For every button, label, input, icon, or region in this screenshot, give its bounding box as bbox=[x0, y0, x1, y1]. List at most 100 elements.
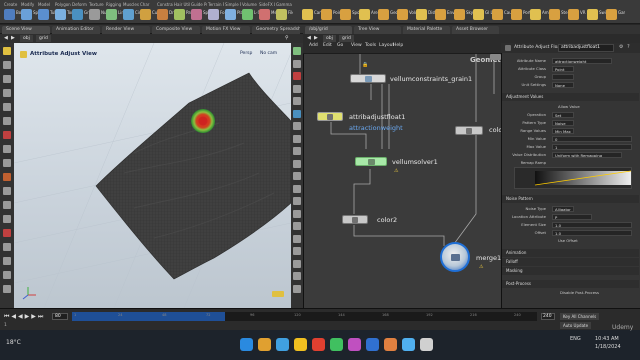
viewport-tab-5[interactable]: Geometry Spreadsheet bbox=[252, 26, 300, 34]
net-path-obj[interactable]: obj bbox=[323, 35, 336, 42]
adjust-field-0[interactable]: Set bbox=[552, 111, 574, 118]
viewport-3d[interactable]: Attribute Adjust View Persp No cam bbox=[14, 43, 291, 308]
shelf-tab-13[interactable]: Simple FX bbox=[225, 1, 241, 8]
display-option-19-icon[interactable] bbox=[293, 284, 301, 293]
clock-date[interactable]: 1/18/2024 bbox=[595, 344, 621, 350]
network-menu-help[interactable]: Help bbox=[393, 43, 403, 48]
display-option-10-icon[interactable] bbox=[293, 172, 301, 180]
key-all-channels-button[interactable]: Key All Channels bbox=[560, 313, 600, 320]
end-frame-field[interactable]: 240 bbox=[541, 313, 555, 320]
light-tool-6-icon[interactable] bbox=[416, 9, 427, 20]
node-merge1[interactable] bbox=[440, 242, 470, 272]
geometry-canvas[interactable] bbox=[14, 43, 291, 308]
path-obj[interactable]: obj bbox=[20, 35, 33, 42]
noise-field-2[interactable]: 1.0 bbox=[552, 221, 632, 228]
noise-field-0[interactable]: Alligator bbox=[552, 205, 574, 212]
gear-icon[interactable]: ⚙ bbox=[619, 44, 623, 50]
left-tool-9-icon[interactable] bbox=[3, 173, 11, 181]
display-flag-icon[interactable] bbox=[272, 291, 284, 297]
shelf-tool-12-icon[interactable] bbox=[208, 9, 219, 20]
left-tool-2-icon[interactable] bbox=[3, 75, 11, 83]
section-noise[interactable]: Noise Pattern bbox=[502, 195, 639, 203]
shelf-tab-1[interactable]: Modify bbox=[21, 1, 37, 8]
node-attribadjustfloat1[interactable] bbox=[317, 112, 343, 121]
left-tool-11-icon[interactable] bbox=[3, 201, 11, 209]
left-tool-4-icon[interactable] bbox=[3, 103, 11, 111]
section-adjustment[interactable]: Adjustment Values bbox=[502, 93, 639, 101]
shelf-tool-7-icon[interactable] bbox=[123, 9, 134, 20]
display-option-14-icon[interactable] bbox=[293, 222, 301, 230]
shelf-tool-0-icon[interactable] bbox=[4, 9, 15, 20]
clock-time[interactable]: 10:43 AM bbox=[595, 336, 619, 342]
net-forward-icon[interactable]: ▶ bbox=[314, 35, 318, 41]
light-tool-0-icon[interactable] bbox=[302, 9, 313, 20]
network-tab-1[interactable]: Tree View bbox=[354, 26, 401, 34]
light-tool-5-icon[interactable] bbox=[397, 9, 408, 20]
shelf-tool-13-icon[interactable] bbox=[225, 9, 236, 20]
display-option-16-icon[interactable] bbox=[293, 247, 301, 255]
persp-menu[interactable]: Persp bbox=[240, 51, 252, 56]
adjust-field-1[interactable]: Noise bbox=[552, 119, 574, 126]
section-masking[interactable]: Masking bbox=[502, 267, 639, 275]
check-allow-value[interactable]: Allow Value bbox=[558, 103, 580, 110]
frame-field[interactable]: 80 bbox=[52, 313, 68, 320]
light-tool-12-icon[interactable] bbox=[530, 9, 541, 20]
shelf-tool-15-icon[interactable] bbox=[259, 9, 270, 20]
shelf-tab-5[interactable]: Texture bbox=[89, 1, 105, 8]
display-option-5-icon[interactable] bbox=[293, 109, 301, 118]
remap-ramp[interactable] bbox=[514, 167, 632, 189]
back-icon[interactable]: ◀ bbox=[4, 35, 8, 41]
start-frame-field[interactable]: 1 bbox=[4, 323, 7, 328]
light-tool-15-icon[interactable] bbox=[587, 9, 598, 20]
taskbar-app-4-icon[interactable] bbox=[312, 338, 325, 351]
forward-icon[interactable]: ▶ bbox=[11, 35, 15, 41]
help-icon[interactable]: ? bbox=[627, 44, 630, 50]
light-tool-9-icon[interactable] bbox=[473, 9, 484, 20]
light-tool-14-icon[interactable] bbox=[568, 9, 579, 20]
param-field-3[interactable]: None bbox=[552, 81, 574, 88]
param-field-2[interactable] bbox=[552, 73, 574, 80]
node-vellumconstraints-grain1[interactable] bbox=[350, 74, 386, 83]
timeline-track[interactable]: 1 24 48 72 96 120 144 168 192 216 240 bbox=[72, 312, 537, 321]
light-tool-13-icon[interactable] bbox=[549, 9, 560, 20]
shelf-tool-16-icon[interactable] bbox=[276, 9, 287, 20]
camera-menu[interactable]: No cam bbox=[260, 51, 277, 56]
light-tool-1-icon[interactable] bbox=[321, 9, 332, 20]
light-tool-3-icon[interactable] bbox=[359, 9, 370, 20]
left-tool-7-icon[interactable] bbox=[3, 145, 11, 153]
taskbar-app-10-icon[interactable] bbox=[420, 338, 433, 351]
shelf-tab-15[interactable]: SideFX Labs bbox=[259, 1, 275, 8]
light-tool-11-icon[interactable] bbox=[511, 9, 522, 20]
display-option-7-icon[interactable] bbox=[293, 134, 301, 143]
left-tool-0-icon[interactable] bbox=[3, 47, 11, 55]
viewport-tab-0[interactable]: Scene View bbox=[2, 26, 50, 34]
network-tab-0[interactable]: /obj/grid bbox=[305, 26, 352, 34]
section-animation[interactable]: Animation bbox=[502, 249, 639, 257]
display-option-0-icon[interactable] bbox=[293, 47, 301, 55]
shelf-tab-6[interactable]: Rigging bbox=[106, 1, 122, 8]
section-postprocess[interactable]: Post-Process bbox=[502, 280, 639, 288]
left-tool-16-icon[interactable] bbox=[3, 271, 11, 279]
network-menu-view[interactable]: View bbox=[351, 43, 362, 48]
shelf-tab-12[interactable]: Terrain FX bbox=[208, 1, 224, 8]
left-tool-13-icon[interactable] bbox=[3, 229, 11, 237]
shelf-tool-6-icon[interactable] bbox=[106, 9, 117, 20]
shelf-tab-9[interactable]: Constraints bbox=[157, 1, 173, 8]
shelf-tab-8[interactable]: Char bbox=[140, 1, 156, 8]
light-tool-7-icon[interactable] bbox=[435, 9, 446, 20]
taskbar-app-9-icon[interactable] bbox=[402, 338, 415, 351]
display-option-18-icon[interactable] bbox=[293, 272, 301, 280]
network-tab-2[interactable]: Material Palette bbox=[403, 26, 450, 34]
display-option-6-icon[interactable] bbox=[293, 122, 301, 130]
playback-controls[interactable]: ⏮◀◀▶▶⏭ bbox=[4, 313, 45, 321]
left-tool-3-icon[interactable] bbox=[3, 89, 11, 97]
viewport-tab-1[interactable]: Animation Editor bbox=[52, 26, 100, 34]
shelf-tool-1-icon[interactable] bbox=[21, 9, 32, 20]
shelf-tool-14-icon[interactable] bbox=[242, 9, 253, 20]
shelf-tab-2[interactable]: Model bbox=[38, 1, 54, 8]
display-option-12-icon[interactable] bbox=[293, 197, 301, 205]
network-menu-add[interactable]: Add bbox=[309, 43, 318, 48]
taskbar-app-8-icon[interactable] bbox=[384, 338, 397, 351]
check-disable-post[interactable]: Disable Post-Process bbox=[560, 289, 599, 296]
auto-update-button[interactable]: Auto Update bbox=[560, 322, 592, 329]
